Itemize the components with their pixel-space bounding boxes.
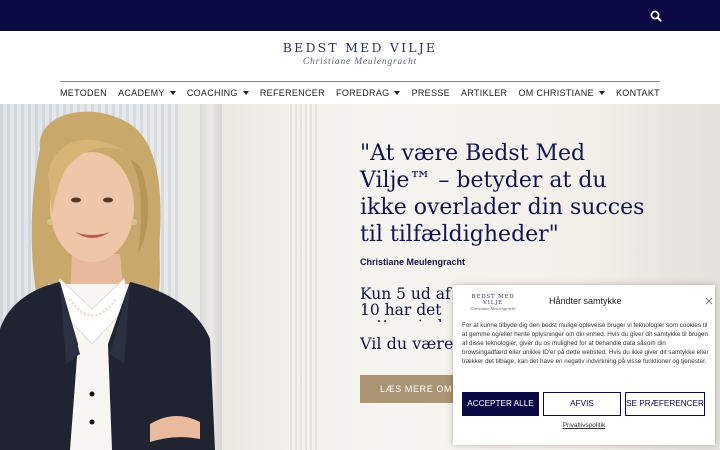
nav-item-label: ARTIKLER xyxy=(461,88,508,98)
nav-item-kontakt[interactable]: KONTAKT xyxy=(616,88,660,98)
nav-item-label: KONTAKT xyxy=(615,88,660,98)
hero-question: Vil du være en af dem? xyxy=(360,334,460,353)
close-icon[interactable] xyxy=(705,292,713,305)
nav-item-label: ACADEMY xyxy=(118,88,165,98)
nav-item-label: METODEN xyxy=(60,88,107,98)
nav-item-metoden[interactable]: METODEN xyxy=(60,88,107,98)
cookie-logo-title: BEDST MED VILJE xyxy=(471,294,515,306)
main-nav: METODEN ACADEMY COACHING REFERENCER FORE… xyxy=(60,84,660,102)
privacy-policy-link[interactable]: Privatlivspolitik xyxy=(453,422,715,429)
preferences-button[interactable]: SE PRÆFERENCER xyxy=(625,392,705,416)
cookie-title: Håndter samtykke xyxy=(549,296,622,306)
caret-down-icon xyxy=(242,91,249,95)
accept-all-button[interactable]: ACCEPTER ALLE xyxy=(462,392,539,416)
nav-item-presse[interactable]: PRESSE xyxy=(412,88,450,98)
nav-item-foredrag[interactable]: FOREDRAG xyxy=(336,88,401,98)
cookie-logo-subtitle: Christiane Meulengracht xyxy=(470,306,516,311)
portrait-photo xyxy=(0,111,215,450)
caret-down-icon xyxy=(598,91,605,95)
nav-item-label: REFERENCER xyxy=(259,88,325,98)
academy-cta-button[interactable]: LÆS MERE OM ACADEMY xyxy=(360,375,460,403)
caret-down-icon xyxy=(394,91,401,95)
nav-item-label: FOREDRAG xyxy=(336,88,390,98)
nav-item-label: COACHING xyxy=(186,88,238,98)
nav-item-label: OM CHRISTIANE xyxy=(518,88,594,98)
nav-item-label: PRESSE xyxy=(411,88,450,98)
caret-down-icon xyxy=(169,91,176,95)
cookie-logo: BEDST MED VILJE Christiane Meulengracht xyxy=(463,294,523,311)
quote-author: Christiane Meulengracht xyxy=(360,257,466,267)
cookie-body-text: For at kunne tilbyde dig den bedst mulig… xyxy=(462,322,709,365)
nav-divider xyxy=(60,81,660,82)
logo-title: BEDST MED VILJE xyxy=(282,40,438,55)
cookie-consent-dialog: BEDST MED VILJE Christiane Meulengracht … xyxy=(453,285,715,445)
deny-button[interactable]: AFVIS xyxy=(543,392,621,416)
hero-quote: "At være Bedst Med Vilje™ – betyder at d… xyxy=(360,141,645,247)
window-blinds xyxy=(290,104,320,450)
search-icon[interactable] xyxy=(649,9,663,23)
top-bar xyxy=(0,0,720,31)
logo-subtitle: Christiane Meulengracht xyxy=(302,57,418,67)
nav-item-academy[interactable]: ACADEMY xyxy=(118,88,176,98)
nav-item-coaching[interactable]: COACHING xyxy=(187,88,249,98)
site-logo[interactable]: BEDST MED VILJE Christiane Meulengracht xyxy=(260,40,460,76)
nav-item-referencer[interactable]: REFERENCER xyxy=(260,88,325,98)
nav-item-artikler[interactable]: ARTIKLER xyxy=(461,88,507,98)
nav-item-om-christiane[interactable]: OM CHRISTIANE xyxy=(518,88,605,98)
